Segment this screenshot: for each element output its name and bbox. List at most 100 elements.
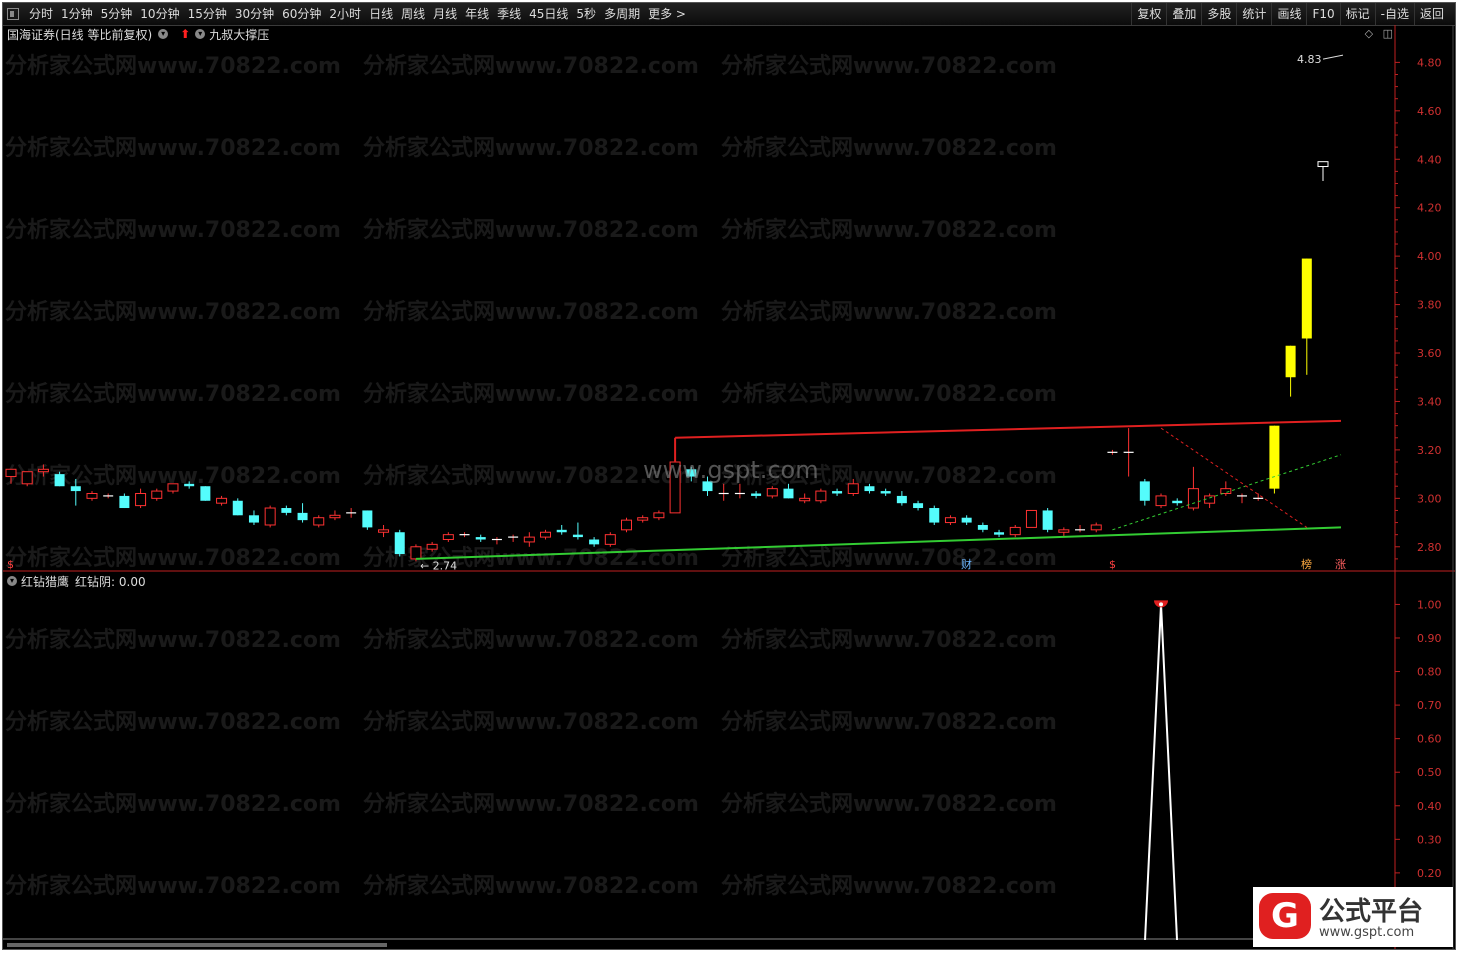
candle (281, 505, 292, 516)
candle (200, 486, 211, 501)
watermark-text: 分析家公式网www.70822.com (5, 873, 341, 899)
candle-body (281, 508, 292, 513)
candle-body (297, 512, 308, 521)
candle (313, 515, 325, 528)
candle (1172, 498, 1183, 506)
sub-y-tick-label: 1.00 (1417, 598, 1442, 611)
candle (944, 515, 956, 525)
watermark-layer: 分析家公式网www.70822.com 分析家公式网www.70822.com 分析… (5, 53, 1057, 899)
candle (248, 510, 259, 525)
candle-body (475, 537, 486, 540)
candle (297, 503, 308, 523)
candle-body (961, 517, 972, 523)
candle-body (1220, 488, 1232, 494)
watermark-text: 分析家公式网www.70822.com (721, 791, 1057, 817)
candle (508, 534, 519, 542)
candle (1090, 522, 1102, 533)
marker-zhang: 涨 (1335, 558, 1346, 571)
candle-body (637, 517, 649, 521)
watermark-text: 分析家公式网www.70822.com (363, 381, 699, 407)
candle-body (1285, 345, 1296, 378)
center-watermark: www.gspt.com (643, 456, 819, 484)
candle (621, 517, 633, 533)
candle-body (200, 486, 211, 501)
chart-canvas[interactable]: 分析家公式网www.70822.com 分析家公式网www.70822.com 分析… (3, 3, 1456, 950)
candle-body (994, 532, 1005, 535)
candle-body (556, 529, 567, 533)
watermark-text: 分析家公式网www.70822.com (363, 135, 699, 161)
candle (1301, 258, 1312, 375)
y-tick-label: 4.80 (1417, 56, 1442, 69)
candle (475, 534, 486, 542)
candle (994, 529, 1005, 538)
watermark-text: 分析家公式网www.70822.com (5, 791, 341, 817)
candle (961, 515, 972, 525)
candle (1155, 493, 1167, 509)
candle-body (1058, 529, 1070, 533)
candle-body (313, 517, 325, 526)
candle-body (799, 497, 811, 502)
candle-body (167, 483, 179, 492)
resistance-line (675, 419, 1342, 439)
watermark-text: 分析家公式网www.70822.com (363, 873, 699, 899)
candle (264, 505, 276, 528)
sub-y-tick-label: 0.70 (1417, 699, 1442, 712)
sub-y-tick-label: 0.60 (1417, 733, 1442, 746)
watermark-text: 分析家公式网www.70822.com (5, 53, 341, 79)
candle (880, 488, 891, 496)
candle-body (847, 483, 859, 494)
signal-spike (1144, 604, 1179, 941)
candle-body (977, 524, 988, 530)
candle (1123, 428, 1134, 477)
candle-body (86, 492, 98, 499)
candle-body (410, 546, 422, 560)
candle (1058, 527, 1070, 538)
candle (135, 488, 147, 509)
candle-body (523, 536, 535, 543)
candle-body (880, 491, 891, 494)
watermark-text: 分析家公式网www.70822.com (721, 381, 1057, 407)
candle-body (216, 497, 228, 504)
candle (1237, 493, 1248, 504)
y-tick-label: 3.20 (1417, 444, 1442, 457)
y-tick-label: 3.40 (1417, 395, 1442, 408)
watermark-text: 分析家公式网www.70822.com (721, 135, 1057, 161)
candle (394, 529, 405, 557)
platform-logo: 公式平台 www.gspt.com (1253, 887, 1453, 947)
sub-y-tick-label: 0.40 (1417, 800, 1442, 813)
y-tick-label: 2.80 (1417, 541, 1442, 554)
candle-body (232, 500, 243, 516)
candle (329, 510, 341, 521)
candle-body (896, 495, 907, 504)
candle-body (151, 490, 163, 499)
candle-body (751, 493, 762, 496)
y-tick-label: 4.40 (1417, 153, 1442, 166)
watermark-text: 分析家公式网www.70822.com (5, 135, 341, 161)
horizontal-scrollbar[interactable] (7, 943, 387, 947)
candle-body (394, 532, 405, 555)
candle-body (135, 492, 147, 507)
y-tick-label: 4.00 (1417, 250, 1442, 263)
candle (216, 495, 228, 506)
y-tick-label: 3.80 (1417, 299, 1442, 312)
y-tick-label: 3.60 (1417, 347, 1442, 360)
watermark-text: 分析家公式网www.70822.com (5, 627, 341, 653)
candle-body (864, 486, 875, 492)
watermark-text: 分析家公式网www.70822.com (5, 381, 341, 407)
marker-cai: 财 (961, 557, 972, 571)
candle (637, 515, 649, 523)
candle-body (5, 468, 17, 478)
candle (1139, 478, 1150, 506)
app-window: 分时 1分钟 5分钟 10分钟 15分钟 30分钟 60分钟 2小时 日线 周线 月线 年线 季线 45日… (2, 2, 1456, 950)
candle (1107, 449, 1118, 455)
candle-body (1042, 510, 1053, 530)
candle-body (1172, 500, 1183, 504)
candle (442, 532, 454, 542)
candle-body (589, 539, 600, 545)
candle-body (248, 515, 259, 523)
candle (1025, 509, 1037, 528)
candle-body (572, 534, 583, 538)
candle (1285, 345, 1296, 397)
candle (572, 522, 583, 540)
low-price-label: ← 2.74 (420, 559, 457, 572)
